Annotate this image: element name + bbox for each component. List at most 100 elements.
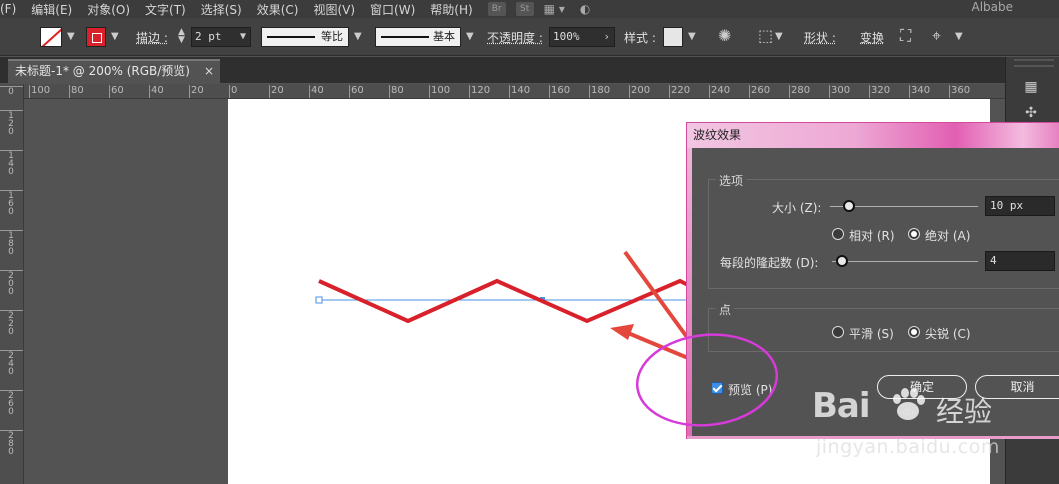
menu-object[interactable]: 对象(O) xyxy=(87,1,130,18)
ruler-tick-label: 100 xyxy=(429,85,450,98)
ruler-tick-label: 120 xyxy=(469,85,490,98)
menu-window[interactable]: 窗口(W) xyxy=(370,1,415,18)
menu-edit[interactable]: 编辑(E) xyxy=(31,1,72,18)
puppet-warp-icon[interactable]: ⌖ xyxy=(932,26,941,46)
points-group-title: 点 xyxy=(716,301,735,318)
size-slider-knob[interactable] xyxy=(843,200,855,212)
ruler-tick-label: 240 xyxy=(0,350,23,377)
transform-label[interactable]: 变换 xyxy=(860,29,884,46)
stroke-weight-dropdown-icon[interactable]: ▼ xyxy=(240,28,246,46)
ruler-tick-label: 220 xyxy=(669,85,690,98)
menu-bar: (F) 编辑(E) 对象(O) 文字(T) 选择(S) 效果(C) 视图(V) … xyxy=(0,0,1059,18)
brush-definition[interactable]: 基本 xyxy=(375,27,461,47)
ruler-tick-label: 240 xyxy=(709,85,730,98)
dialog-title: 波纹效果 xyxy=(693,128,742,142)
ruler-tick-label: 280 xyxy=(789,85,810,98)
preview-label[interactable]: 预览 (P) xyxy=(728,381,772,398)
style-dropdown-icon[interactable]: ▼ xyxy=(688,31,696,42)
menu-type[interactable]: 文字(T) xyxy=(145,1,186,18)
workspace-switcher[interactable]: Albabe xyxy=(971,0,1013,14)
brushes-icon[interactable]: ✣ xyxy=(1020,105,1042,123)
cancel-label: 取消 xyxy=(1010,380,1035,394)
panel-grip[interactable] xyxy=(1014,59,1054,67)
fill-swatch[interactable] xyxy=(40,27,62,47)
absolute-label[interactable]: 绝对 (A) xyxy=(925,227,970,244)
smooth-radio[interactable] xyxy=(832,326,844,338)
arrange-documents-icon[interactable]: ▦ ▾ xyxy=(544,2,565,16)
menu-effect[interactable]: 效果(C) xyxy=(257,1,299,18)
relative-label[interactable]: 相对 (R) xyxy=(849,227,895,244)
control-bar: ▼ ▼ 描边 : ▲ ▼ 2 pt ▼ 等比 ▼ 基本 ▼ 不透明度 : 100%… xyxy=(0,18,1059,56)
more-options-icon[interactable]: ▼ xyxy=(955,31,963,42)
document-tab[interactable]: 未标题-1* @ 200% (RGB/预览) × xyxy=(8,59,220,83)
corner-radio[interactable] xyxy=(908,326,920,338)
align-dropdown-icon[interactable]: ▼ xyxy=(775,31,783,42)
ridges-slider-track[interactable] xyxy=(832,261,978,262)
vertical-ruler[interactable]: 0 120 140 160 180 200 220 240 260 280 xyxy=(0,84,24,484)
ruler-tick-label: 60 xyxy=(349,85,364,98)
variable-width-profile[interactable]: 等比 xyxy=(261,27,349,47)
recolor-artwork-icon[interactable]: ✺ xyxy=(718,26,731,45)
ruler-tick-label: 80 xyxy=(69,85,84,98)
dialog-title-bar[interactable]: 波纹效果 xyxy=(687,123,1059,148)
options-group-title: 选项 xyxy=(716,172,747,189)
corner-label[interactable]: 尖锐 (C) xyxy=(925,325,971,342)
size-value: 10 px xyxy=(990,199,1024,212)
ruler-tick-label: 60 xyxy=(109,85,124,98)
close-icon[interactable]: × xyxy=(204,61,214,82)
illustrator-window: (F) 编辑(E) 对象(O) 文字(T) 选择(S) 效果(C) 视图(V) … xyxy=(0,0,1059,484)
ruler-tick-label: 160 xyxy=(0,190,23,217)
size-field[interactable]: 10 px xyxy=(985,196,1055,216)
ridges-field[interactable]: 4 xyxy=(985,251,1055,271)
gpu-performance-icon[interactable]: ◐ xyxy=(580,2,590,16)
ridges-label: 每段的隆起数 (D): xyxy=(720,256,819,270)
stroke-weight-field[interactable]: 2 pt ▼ xyxy=(191,27,251,47)
smooth-label[interactable]: 平滑 (S) xyxy=(849,325,894,342)
ruler-tick-label: 360 xyxy=(949,85,970,98)
stroke-swatch[interactable] xyxy=(86,27,106,47)
ruler-tick-label: 180 xyxy=(0,230,23,257)
ruler-tick-label: 20 xyxy=(189,85,204,98)
transform-bounds-icon[interactable]: ⛶ xyxy=(900,26,911,46)
ridges-slider-knob[interactable] xyxy=(836,255,848,267)
menu-help[interactable]: 帮助(H) xyxy=(430,1,472,18)
opacity-field[interactable]: 100% › xyxy=(549,27,615,47)
ruler-tick-label: 140 xyxy=(0,150,23,177)
ruler-tick-label: 260 xyxy=(749,85,770,98)
menu-select[interactable]: 选择(S) xyxy=(201,1,242,18)
ruler-tick-label: 80 xyxy=(389,85,404,98)
align-to-selection-icon[interactable]: ⬚ xyxy=(758,26,773,45)
ruler-tick-label: 0 xyxy=(229,85,237,98)
profile-dropdown-icon[interactable]: ▼ xyxy=(354,31,362,42)
style-label: 样式 : xyxy=(624,31,656,45)
ruler-tick-label: 40 xyxy=(309,85,324,98)
menu-view[interactable]: 视图(V) xyxy=(313,1,355,18)
ruler-tick-label: 160 xyxy=(549,85,570,98)
stroke-label[interactable]: 描边 : xyxy=(136,29,168,46)
ruler-tick-label: 140 xyxy=(509,85,530,98)
graphic-style-swatch[interactable] xyxy=(663,27,683,47)
brush-label: 基本 xyxy=(433,30,455,43)
absolute-radio[interactable] xyxy=(908,228,920,240)
opacity-label[interactable]: 不透明度 : xyxy=(487,29,543,46)
brush-dropdown-icon[interactable]: ▼ xyxy=(466,31,474,42)
opacity-expand-icon[interactable]: › xyxy=(603,28,610,46)
size-label: 大小 (Z): xyxy=(772,201,822,215)
bridge-icon[interactable]: Br xyxy=(487,2,506,16)
libraries-icon[interactable]: ▦ xyxy=(1020,79,1042,97)
shape-label[interactable]: 形状 : xyxy=(804,29,836,46)
menu-file[interactable]: (F) xyxy=(0,2,16,16)
ruler-tick-label: 280 xyxy=(0,430,23,457)
relative-radio[interactable] xyxy=(832,228,844,240)
stroke-spinner-icon[interactable]: ▲ ▼ xyxy=(178,28,185,45)
preview-checkbox[interactable] xyxy=(711,382,723,394)
stock-icon[interactable]: St xyxy=(515,2,534,16)
watermark-brand-cn: 经验 xyxy=(936,395,993,428)
ruler-tick-label: 40 xyxy=(149,85,164,98)
watermark-url: jingyan.baidu.com xyxy=(816,436,1000,458)
fill-dropdown-icon[interactable]: ▼ xyxy=(67,31,75,42)
horizontal-ruler[interactable]: 100 80 60 40 20 0 20 40 60 80 100 120 140 160 180 200 22… xyxy=(24,84,1005,99)
stroke-dropdown-icon[interactable]: ▼ xyxy=(111,31,119,42)
ruler-tick-label: 260 xyxy=(0,390,23,417)
opacity-value: 100% xyxy=(553,30,580,43)
